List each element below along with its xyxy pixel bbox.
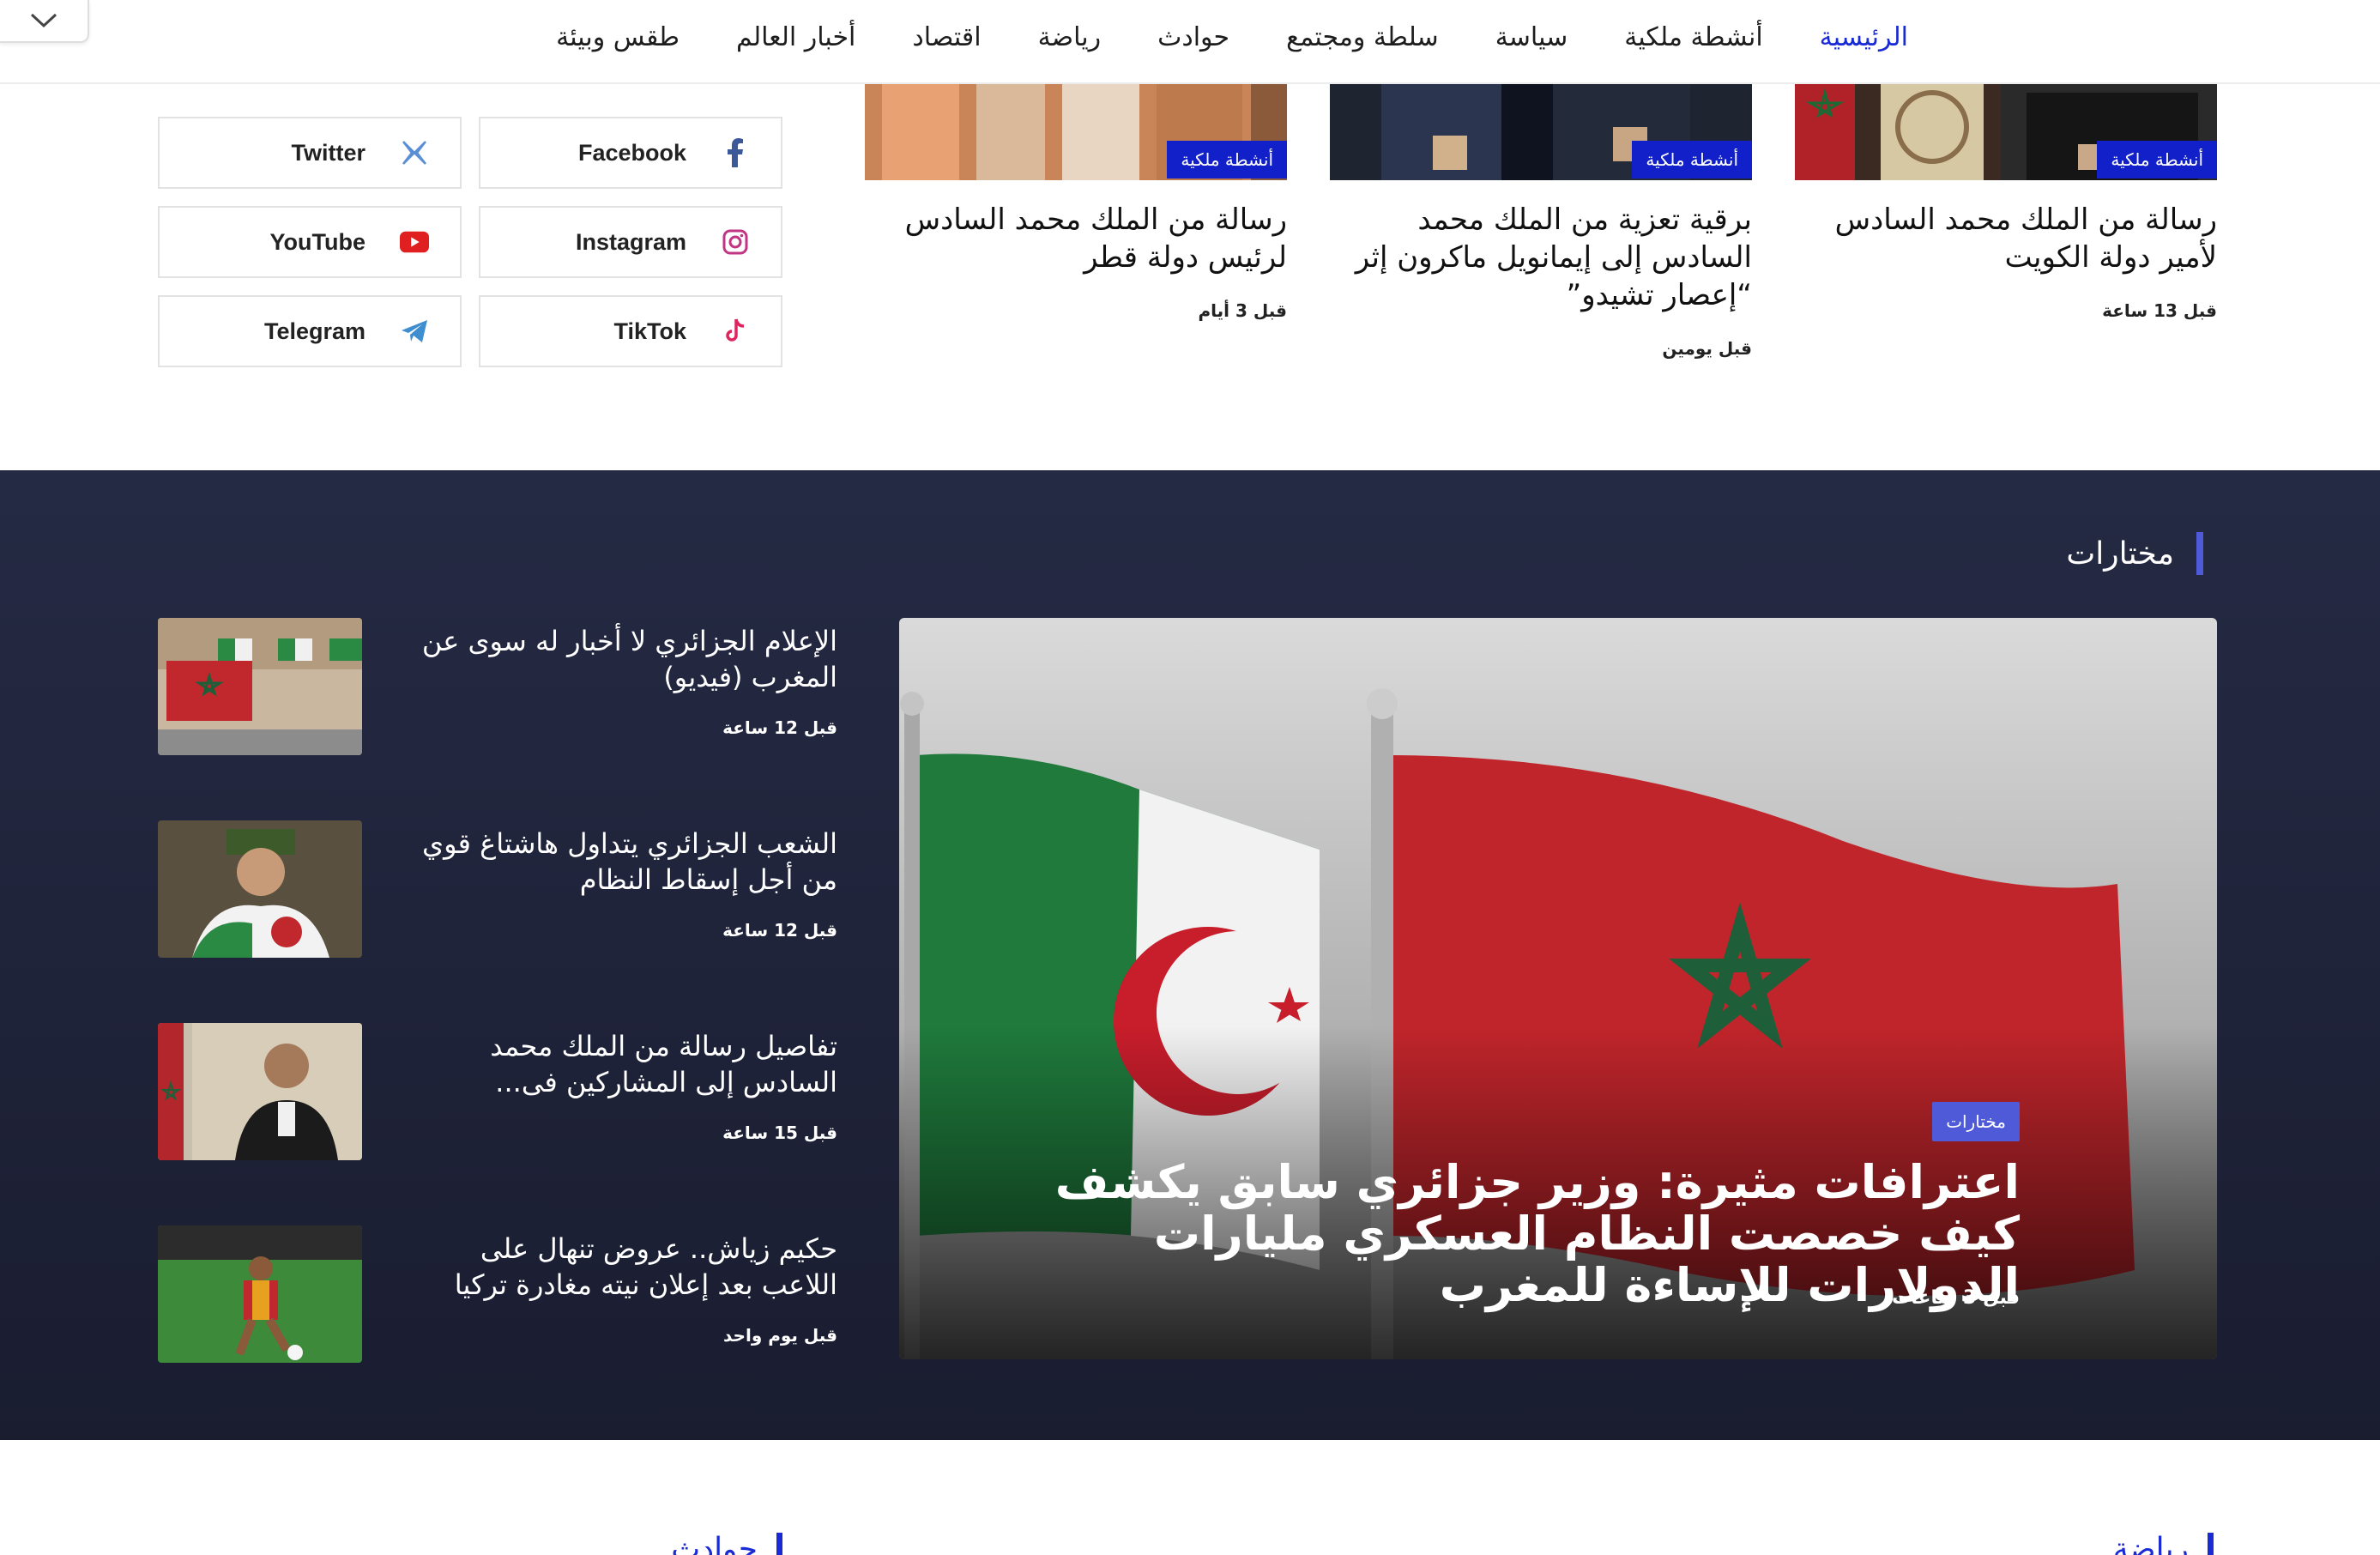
featured-list-item[interactable]: الشعب الجزائري يتداول هاشتاغ قوي من أجل … [158, 820, 837, 958]
youtube-icon [400, 227, 429, 257]
nav-item-incidents[interactable]: حوادث [1157, 22, 1229, 52]
top-navbar: الرئيسية أنشطة ملكية سياسة سلطة ومجتمع ح… [0, 0, 2380, 84]
section-title[interactable]: رياضة [2113, 1533, 2189, 1555]
list-item-time: قبل 12 ساعة [722, 717, 837, 738]
list-item-thumbnail[interactable] [158, 1225, 362, 1363]
heading-accent-bar [776, 1533, 782, 1555]
collapse-toggle-button[interactable] [0, 0, 89, 43]
instagram-button[interactable]: Instagram [479, 206, 782, 278]
list-item-time: قبل 12 ساعة [722, 920, 837, 941]
section-title[interactable]: حوادث [671, 1533, 758, 1555]
facebook-button[interactable]: Facebook [479, 117, 782, 189]
list-item-time: قبل يوم واحد [723, 1325, 837, 1346]
featured-list-item[interactable]: حكيم زياش.. عروض تنهال على اللاعب بعد إع… [158, 1225, 837, 1363]
nav-item-royal-activities[interactable]: أنشطة ملكية [1624, 22, 1762, 52]
featured-list-item[interactable]: الإعلام الجزائري لا أخبار له سوى عن المغ… [158, 618, 837, 755]
nav-item-sports[interactable]: رياضة [1038, 22, 1102, 52]
section-title: مختارات [2066, 535, 2174, 572]
main-nav: الرئيسية أنشطة ملكية سياسة سلطة ومجتمع ح… [480, 0, 1908, 74]
article-time: قبل يومين [1662, 338, 1752, 359]
article-title[interactable]: رسالة من الملك محمد السادس لأمير دولة ال… [1795, 201, 2217, 276]
nav-item-politics[interactable]: سياسة [1495, 22, 1568, 52]
list-item-title[interactable]: الشعب الجزائري يتداول هاشتاغ قوي من أجل … [408, 826, 837, 898]
instagram-icon [721, 227, 750, 257]
article-time: قبل 13 ساعة [2102, 300, 2217, 321]
heading-accent-bar [2208, 1533, 2214, 1555]
hero-article[interactable]: مختارات اعترافات مثيرة: وزير جزائري سابق… [899, 618, 2217, 1359]
tiktok-label: TikTok [613, 318, 686, 344]
youtube-button[interactable]: YouTube [158, 206, 462, 278]
facebook-label: Facebook [577, 139, 686, 166]
list-item-title[interactable]: الإعلام الجزائري لا أخبار له سوى عن المغ… [408, 623, 837, 695]
article-title[interactable]: برقية تعزية من الملك محمد السادس إلى إيم… [1330, 201, 1752, 314]
list-item-thumbnail[interactable] [158, 618, 362, 755]
telegram-button[interactable]: Telegram [158, 295, 462, 367]
youtube-label: YouTube [269, 228, 365, 255]
social-links: Facebook Twitter Instagram YouTube TikTo… [158, 117, 782, 367]
list-item-title[interactable]: تفاصيل رسالة من الملك محمد السادس إلى ال… [408, 1028, 837, 1100]
heading-accent-bar [2196, 532, 2203, 575]
facebook-icon [721, 138, 750, 167]
category-badge[interactable]: أنشطة ملكية [2097, 141, 2217, 178]
category-badge[interactable]: أنشطة ملكية [1167, 141, 1287, 178]
twitter-label: Twitter [291, 139, 366, 166]
list-item-time: قبل 15 ساعة [722, 1122, 837, 1143]
list-item-thumbnail[interactable] [158, 1023, 362, 1160]
x-twitter-icon [400, 138, 429, 167]
nav-item-world-news[interactable]: أخبار العالم [736, 22, 855, 52]
incidents-section-heading: حوادث [671, 1533, 782, 1555]
article-card[interactable]: أنشطة ملكية برقية تعزية من الملك محمد ال… [1330, 84, 1752, 367]
category-badge[interactable]: أنشطة ملكية [1632, 141, 1752, 178]
sports-section-heading: رياضة [2113, 1533, 2214, 1555]
hero-category-badge[interactable]: مختارات [1932, 1102, 2020, 1141]
nav-item-economy[interactable]: اقتصاد [912, 22, 981, 52]
telegram-icon [400, 317, 429, 346]
telegram-label: Telegram [263, 318, 365, 344]
nav-item-home[interactable]: الرئيسية [1820, 22, 1908, 52]
list-item-title[interactable]: حكيم زياش.. عروض تنهال على اللاعب بعد إع… [408, 1231, 837, 1303]
featured-section-heading: مختارات [2066, 532, 2203, 575]
hero-headline[interactable]: اعترافات مثيرة: وزير جزائري سابق يكشف كي… [990, 1157, 2020, 1311]
article-card[interactable]: أنشطة ملكية رسالة من الملك محمد السادس ل… [1795, 84, 2217, 367]
featured-list-item[interactable]: تفاصيل رسالة من الملك محمد السادس إلى ال… [158, 1023, 837, 1160]
tiktok-icon [721, 317, 750, 346]
article-card[interactable]: أنشطة ملكية رسالة من الملك محمد السادس ل… [865, 84, 1287, 367]
article-time: قبل 3 أيام [1198, 300, 1288, 321]
tiktok-button[interactable]: TikTok [479, 295, 782, 367]
nav-item-society[interactable]: سلطة ومجتمع [1286, 22, 1439, 52]
list-item-thumbnail[interactable] [158, 820, 362, 958]
chevron-down-icon [30, 13, 57, 28]
hero-time: قبل 3 ساعات [1892, 1287, 2020, 1309]
article-title[interactable]: رسالة من الملك محمد السادس لرئيس دولة قط… [865, 201, 1287, 276]
twitter-button[interactable]: Twitter [158, 117, 462, 189]
instagram-label: Instagram [575, 228, 686, 255]
nav-item-weather[interactable]: طقس وبيئة [556, 22, 680, 52]
